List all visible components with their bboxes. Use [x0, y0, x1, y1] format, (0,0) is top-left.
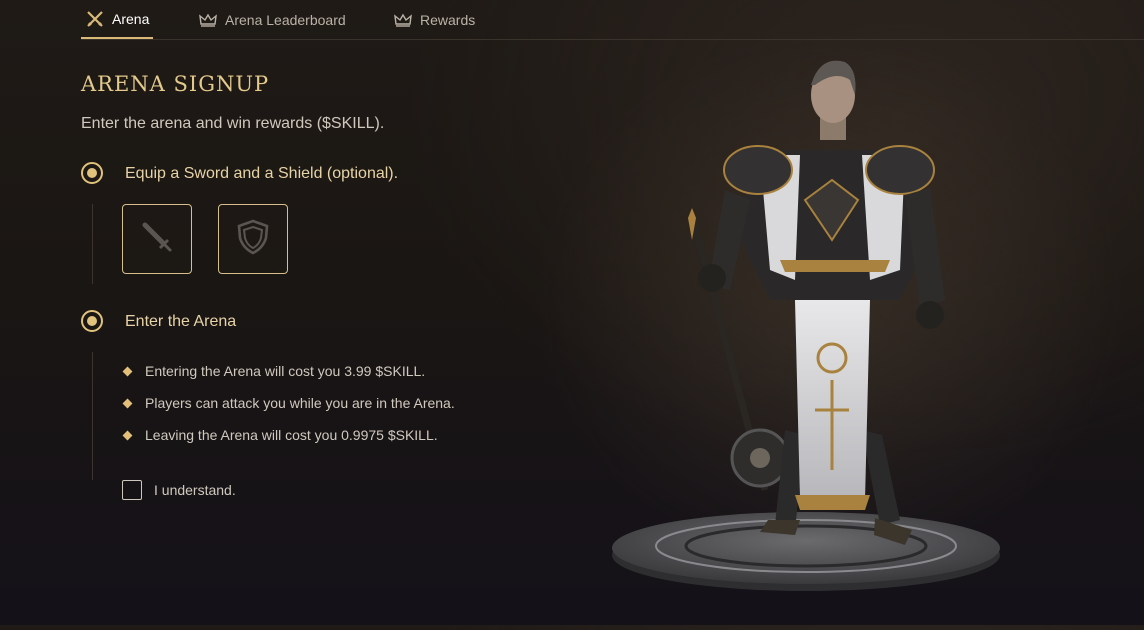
leave-cost-bullet: Leaving the Arena will cost you 0.9975 $…: [122, 427, 438, 443]
crown-icon: [394, 11, 412, 29]
tab-arena-label: Arena: [112, 10, 150, 27]
diamond-bullet-icon: [122, 430, 133, 440]
diamond-bullet-icon: [122, 398, 133, 408]
step-2-label: Enter the Arena: [125, 313, 237, 330]
character-preview: [600, 40, 1020, 625]
tab-arena[interactable]: Arena: [81, 0, 153, 39]
step-1-radio[interactable]: [81, 162, 103, 184]
shield-slot[interactable]: [218, 204, 288, 274]
shield-icon: [233, 217, 273, 262]
understand-label[interactable]: I understand.: [154, 482, 236, 498]
sword-slot[interactable]: [122, 204, 192, 274]
tab-rewards-label: Rewards: [420, 11, 476, 28]
step-2-connector: [92, 352, 93, 480]
tab-arena-leaderboard[interactable]: Arena Leaderboard: [199, 0, 346, 39]
understand-checkbox[interactable]: [122, 480, 142, 500]
page-subtitle: Enter the arena and win rewards ($SKILL)…: [81, 115, 385, 132]
step-1-connector: [92, 204, 93, 284]
diamond-bullet-icon: [122, 366, 133, 376]
bullet-text: Leaving the Arena will cost you 0.9975 $…: [145, 427, 438, 443]
tab-arena-leaderboard-label: Arena Leaderboard: [225, 11, 346, 28]
armored-knight-illustration: [612, 60, 1000, 591]
sword-icon: [137, 217, 177, 262]
page-title: ARENA SIGNUP: [81, 72, 270, 96]
tab-rewards[interactable]: Rewards: [394, 0, 475, 39]
bullet-text: Entering the Arena will cost you 3.99 $S…: [145, 363, 426, 379]
attack-warning-bullet: Players can attack you while you are in …: [122, 395, 455, 411]
step-1-label: Equip a Sword and a Shield (optional).: [125, 165, 399, 182]
bullet-text: Players can attack you while you are in …: [145, 395, 455, 411]
crossed-swords-icon: [86, 10, 104, 28]
tab-bar: Arena Arena Leaderboard Rewards: [81, 0, 1144, 40]
cost-bullet: Entering the Arena will cost you 3.99 $S…: [122, 363, 426, 379]
crown-icon: [199, 11, 217, 29]
step-2-radio[interactable]: [81, 310, 103, 332]
